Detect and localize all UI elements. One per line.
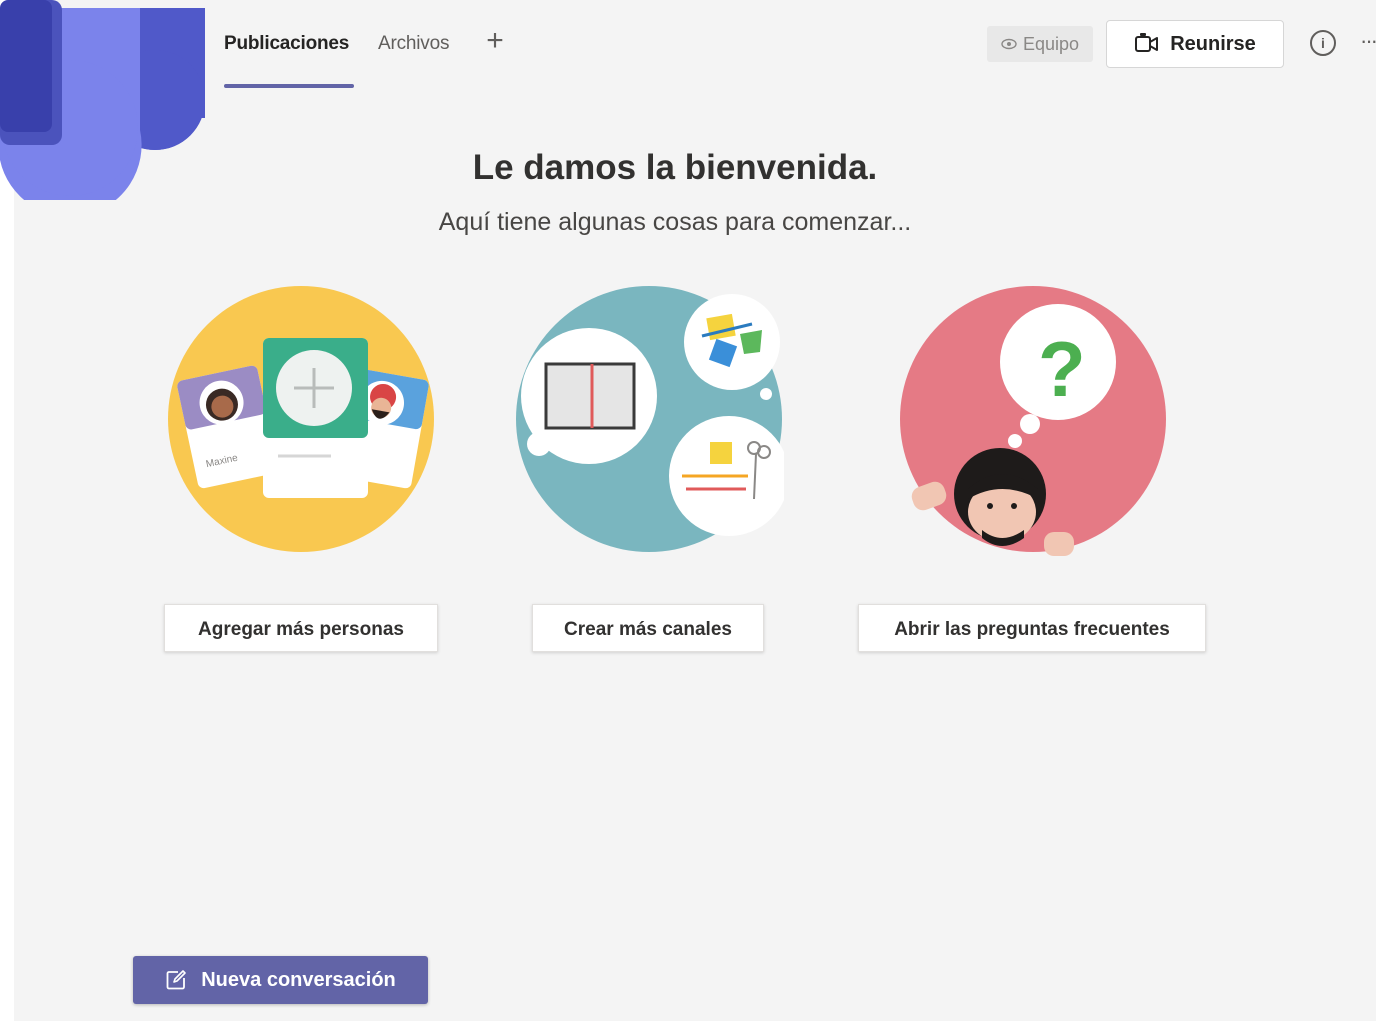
open-faq-button[interactable]: Abrir las preguntas frecuentes: [858, 604, 1206, 652]
eye-icon: [1001, 38, 1017, 50]
add-tab-button[interactable]: +: [480, 26, 510, 56]
channels-illustration: [516, 286, 784, 552]
video-camera-icon: [1135, 33, 1159, 52]
active-tab-indicator: [224, 84, 354, 88]
faq-question-illustration: ?: [900, 286, 1166, 556]
team-visibility-badge: Equipo: [987, 26, 1093, 62]
meet-button[interactable]: Reunirse: [1106, 20, 1284, 68]
compose-icon: [166, 970, 187, 990]
welcome-subtitle: Aquí tiene algunas cosas para comenzar..…: [438, 208, 912, 236]
add-people-button[interactable]: Agregar más personas: [164, 604, 438, 652]
teams-logo: [0, 0, 205, 200]
teams-channel-view: Publicaciones Archivos + Equipo Reunirse…: [14, 0, 1376, 1021]
more-options-icon[interactable]: ···: [1360, 28, 1376, 54]
svg-text:?: ?: [1038, 325, 1086, 413]
tab-posts[interactable]: Publicaciones: [224, 33, 349, 55]
channel-header: Publicaciones Archivos + Equipo Reunirse…: [14, 0, 1376, 90]
people-cards-illustration: Maxine: [168, 286, 434, 552]
team-badge-label: Equipo: [1022, 33, 1080, 54]
tab-files[interactable]: Archivos: [378, 33, 449, 55]
info-icon[interactable]: i: [1310, 30, 1336, 56]
create-channels-button[interactable]: Crear más canales: [532, 604, 764, 652]
new-conversation-label: Nueva conversación: [201, 968, 396, 991]
meet-button-label: Reunirse: [1170, 32, 1256, 55]
new-conversation-button[interactable]: Nueva conversación: [133, 956, 428, 1004]
